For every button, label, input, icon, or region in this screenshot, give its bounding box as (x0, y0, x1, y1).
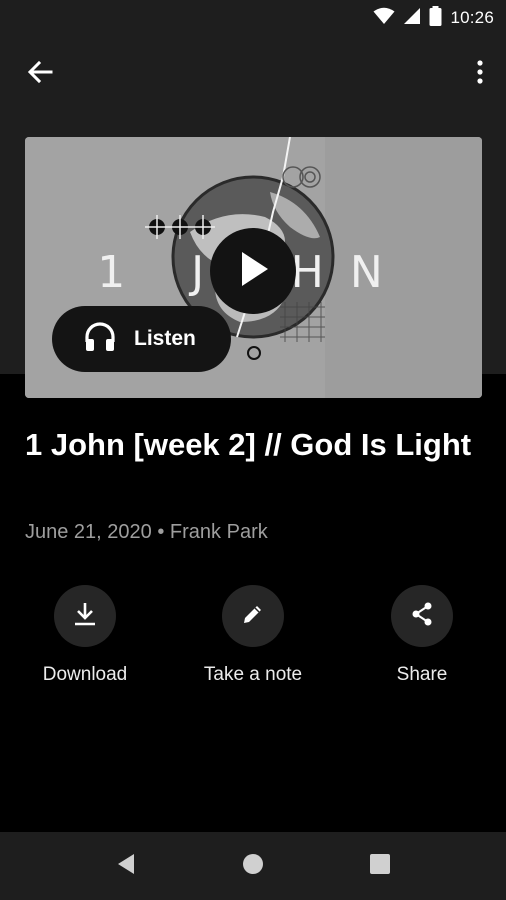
headphones-icon (84, 321, 116, 357)
sermon-title: 1 John [week 2] // God Is Light (25, 427, 472, 462)
battery-icon (429, 5, 442, 31)
sermon-speaker: Frank Park (169, 521, 268, 543)
download-action[interactable]: Download (15, 585, 155, 686)
play-icon (236, 250, 270, 293)
share-action[interactable]: Share (352, 585, 492, 686)
nav-back-button[interactable] (104, 846, 148, 886)
app-bar (0, 36, 506, 112)
share-button[interactable] (391, 585, 453, 647)
nav-recents-button[interactable] (358, 846, 402, 886)
share-icon (409, 601, 435, 632)
sermon-date: June 21, 2020 (25, 521, 152, 543)
download-label: Download (42, 664, 128, 685)
listen-button[interactable]: Listen (52, 306, 231, 372)
cell-signal-icon (403, 7, 421, 30)
status-icons: 10:26 (373, 5, 494, 31)
more-options-button[interactable] (468, 54, 492, 94)
download-button[interactable] (54, 585, 116, 647)
nav-home-button[interactable] (231, 846, 275, 886)
sermon-meta: June 21, 2020 • Frank Park (25, 521, 268, 544)
pencil-icon (241, 602, 265, 631)
share-label: Share (396, 664, 448, 685)
home-circle-icon (242, 853, 264, 880)
more-vertical-icon (477, 59, 483, 89)
meta-separator: • (157, 521, 165, 543)
take-note-button[interactable] (222, 585, 284, 647)
system-nav-bar (0, 832, 506, 900)
arrow-left-icon (27, 60, 53, 89)
play-button[interactable] (210, 228, 296, 314)
wifi-icon (373, 7, 395, 30)
back-button[interactable] (18, 54, 62, 94)
back-triangle-icon (116, 853, 136, 880)
status-time: 10:26 (450, 8, 494, 27)
take-note-action[interactable]: Take a note (183, 585, 323, 686)
status-bar: 10:26 (0, 0, 506, 36)
recents-square-icon (369, 853, 391, 880)
take-note-label: Take a note (203, 664, 303, 685)
download-icon (73, 601, 97, 632)
listen-label: Listen (134, 327, 196, 350)
